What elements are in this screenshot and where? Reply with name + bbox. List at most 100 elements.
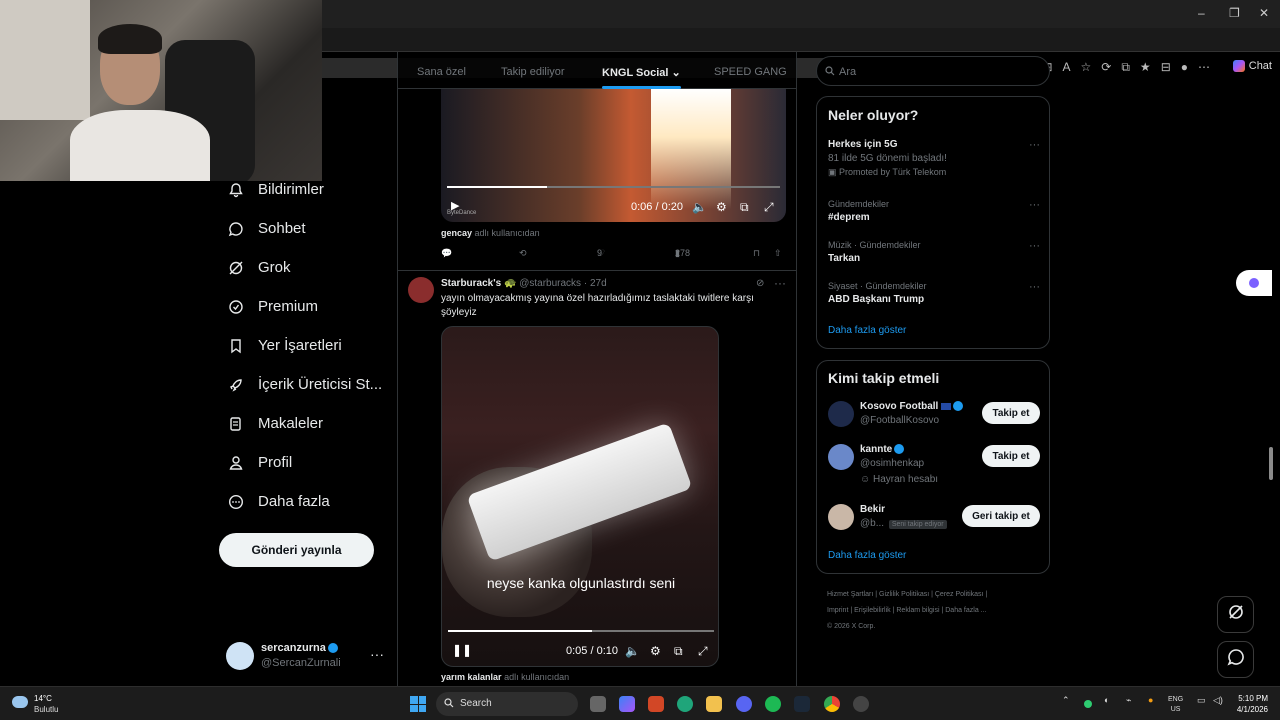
credit-user[interactable]: gencay: [441, 228, 472, 238]
browser-menu-icon[interactable]: ⋯: [1198, 60, 1210, 75]
trend-item[interactable]: Siyaset · Gündemdekiler ABD Başkanı Trum…: [828, 281, 1040, 305]
post2-video-progress[interactable]: [448, 630, 714, 632]
follow-button[interactable]: Takip et: [982, 402, 1040, 424]
chrome-icon[interactable]: [824, 696, 840, 712]
start-button[interactable]: [410, 696, 426, 712]
collections-icon[interactable]: ⊟: [1161, 60, 1171, 75]
trend-item[interactable]: Müzik · Gündemdekiler Tarkan ···: [828, 240, 1040, 264]
favorite-star-icon[interactable]: ☆: [1081, 60, 1092, 75]
settings-gear-icon[interactable]: ⚙: [650, 644, 661, 658]
sidebar-item-5[interactable]: İçerik Üreticisi St...: [220, 365, 400, 404]
side-panel-button[interactable]: [1236, 270, 1272, 296]
follow-suggestion[interactable]: Kosovo Football @FootballKosovo Takip et: [828, 401, 1040, 441]
taskbar-search[interactable]: Search: [436, 692, 578, 716]
fullscreen-icon[interactable]: ⤢: [698, 644, 708, 659]
tab-following[interactable]: Takip ediliyor: [501, 52, 565, 89]
footer-line[interactable]: Imprint | Erişilebilirlik | Reklam bilgi…: [827, 603, 1047, 619]
post-time[interactable]: 27d: [590, 278, 607, 289]
close-icon[interactable]: ✕: [1259, 6, 1269, 20]
repost-icon[interactable]: ⟲: [519, 248, 527, 259]
follow-suggestion[interactable]: Bekir @b... Seni takip ediyor Geri takip…: [828, 504, 1040, 544]
trend-more-icon[interactable]: ···: [1029, 199, 1040, 211]
trend-more-icon[interactable]: ···: [1029, 139, 1040, 151]
post1-video[interactable]: ▶ ByteDance 0:06 / 0:20 🔈 ⚙ ⧉ ⤢: [441, 89, 786, 222]
obs-icon[interactable]: [853, 696, 869, 712]
split-screen-icon[interactable]: ⧉: [1121, 60, 1130, 75]
sidebar-item-4[interactable]: Yer İşaretleri: [220, 326, 400, 365]
sidebar-item-8[interactable]: Daha fazla: [220, 482, 400, 521]
avatar[interactable]: [408, 277, 434, 303]
sidebar-item-3[interactable]: Premium: [220, 287, 400, 326]
search-input[interactable]: Ara: [816, 56, 1050, 86]
extensions-icon[interactable]: ⟳: [1101, 60, 1111, 75]
copilot-chat-button[interactable]: Chat: [1232, 60, 1272, 72]
tray-monitor-icon[interactable]: ▭: [1197, 695, 1206, 706]
store-icon[interactable]: [648, 696, 664, 712]
chevron-down-icon[interactable]: ⌄: [672, 67, 681, 79]
reply-icon[interactable]: 💬: [441, 248, 452, 259]
favorites-icon[interactable]: ★: [1140, 60, 1151, 75]
trend-more-icon[interactable]: ···: [1029, 240, 1040, 252]
sidebar-item-7[interactable]: Profil: [220, 443, 400, 482]
tray-mic-icon[interactable]: ●: [1148, 695, 1153, 705]
post2-video[interactable]: neyse kanka olgunlastırdı seni ❚❚ 0:05 /…: [441, 326, 719, 667]
post-button[interactable]: Gönderi yayınla: [219, 533, 374, 567]
tray-status-icon[interactable]: [1084, 700, 1092, 708]
grok-icon[interactable]: ⊘: [756, 278, 764, 289]
pip-icon[interactable]: ⧉: [674, 644, 683, 659]
edge-icon[interactable]: [677, 696, 693, 712]
restore-icon[interactable]: ❐: [1229, 6, 1240, 20]
system-clock[interactable]: 5:10 PM 4/1/2026: [1230, 693, 1268, 715]
task-view-icon[interactable]: [590, 696, 606, 712]
follow-back-button[interactable]: Geri takip et: [962, 505, 1040, 527]
grok-fab[interactable]: [1217, 596, 1254, 633]
pip-icon[interactable]: ⧉: [740, 200, 749, 215]
tray-volume-icon[interactable]: ◁): [1213, 695, 1223, 706]
tab-kngl-social[interactable]: KNGL Social ⌄: [602, 52, 681, 89]
bookmark-icon[interactable]: ⊓: [753, 248, 760, 259]
pause-icon[interactable]: ❚❚: [452, 643, 472, 657]
trend-item[interactable]: Gündemdekiler #deprem ···: [828, 199, 1040, 223]
follow-button[interactable]: Takip et: [982, 445, 1040, 467]
tray-steam-icon[interactable]: ◐: [1104, 695, 1109, 705]
spotify-icon[interactable]: [765, 696, 781, 712]
promoted-row: ▣ Promoted by Türk Telekom: [828, 167, 1040, 178]
footer-line[interactable]: Hizmet Şartları | Gizlilik Politikası | …: [827, 587, 1047, 603]
credit-user[interactable]: yarım kalanlar: [441, 672, 502, 682]
steam-icon[interactable]: [794, 696, 810, 712]
trend-item[interactable]: Herkes için 5G 81 ilde 5G dönemi başladı…: [828, 139, 1040, 178]
language-indicator[interactable]: ENG US: [1168, 695, 1183, 715]
fullscreen-icon[interactable]: ⤢: [764, 200, 774, 215]
scrollbar-thumb[interactable]: [1269, 447, 1273, 480]
post-more-icon[interactable]: ···: [774, 276, 786, 290]
author-name[interactable]: Starburack's: [441, 278, 501, 289]
sidebar-item-2[interactable]: Grok: [220, 248, 400, 287]
trend-more-icon[interactable]: ···: [1029, 281, 1040, 293]
volume-icon[interactable]: 🔈: [625, 644, 640, 658]
discord-icon[interactable]: [736, 696, 752, 712]
sidebar-item-6[interactable]: Makaleler: [220, 404, 400, 443]
sidebar-item-0[interactable]: Bildirimler: [220, 170, 400, 209]
who-show-more-link[interactable]: Daha fazla göster: [828, 550, 906, 561]
share-icon[interactable]: ⇧: [774, 248, 782, 259]
read-aloud-icon[interactable]: A: [1063, 60, 1071, 75]
messages-fab[interactable]: [1217, 641, 1254, 678]
trends-show-more-link[interactable]: Daha fazla göster: [828, 325, 906, 336]
minimize-icon[interactable]: –: [1198, 6, 1205, 20]
tray-network-icon[interactable]: ⌁: [1126, 695, 1131, 706]
follow-suggestion[interactable]: kannte @osimhenkap ☺ Hayran hesabı Takip…: [828, 444, 1040, 490]
tab-for-you[interactable]: Sana özel: [417, 52, 466, 89]
account-switcher[interactable]: sercanzurna @SercanZurnali ···: [226, 640, 386, 674]
settings-gear-icon[interactable]: ⚙: [716, 200, 727, 214]
copilot-icon[interactable]: [619, 696, 635, 712]
tray-chevron-icon[interactable]: ⌃: [1062, 695, 1070, 706]
tab-label: Takip ediliyor: [501, 66, 565, 78]
author-handle[interactable]: @starburacks: [519, 278, 581, 289]
post1-video-progress[interactable]: [447, 186, 780, 188]
account-more-icon[interactable]: ···: [370, 646, 384, 662]
volume-icon[interactable]: 🔈: [692, 200, 707, 214]
sidebar-item-1[interactable]: Sohbet: [220, 209, 400, 248]
profile-avatar[interactable]: ●: [1181, 60, 1188, 75]
file-explorer-icon[interactable]: [706, 696, 722, 712]
tab-speed-gang[interactable]: SPEED GANG: [714, 52, 787, 89]
